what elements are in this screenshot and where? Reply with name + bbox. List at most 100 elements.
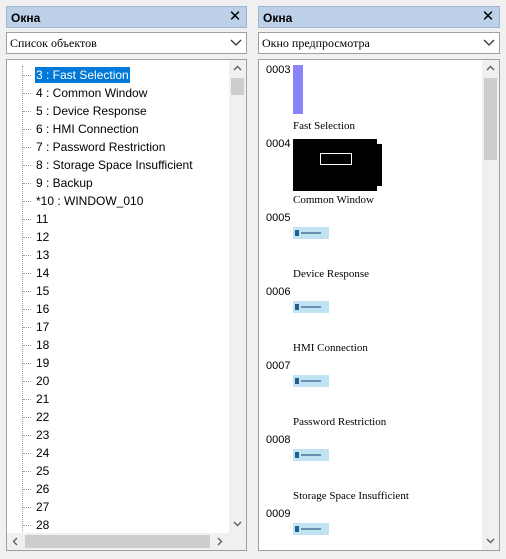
resize-handle [377, 139, 382, 144]
tree-item[interactable]: 6 : HMI Connection [7, 120, 227, 138]
tree-item[interactable]: 8 : Storage Space Insufficient [7, 156, 227, 174]
preview-view-select[interactable]: Окно предпросмотра [258, 32, 500, 54]
preview-thumbnail-common-window[interactable] [293, 139, 382, 191]
tree-item[interactable]: 20 [7, 372, 227, 390]
objects-tree: 3 : Fast Selection 4 : Common Window 5 : D… [6, 59, 247, 551]
thumbnail-icon [295, 230, 299, 236]
objects-view-select[interactable]: Список объектов [6, 32, 247, 54]
preview-vertical-scrollbar[interactable] [482, 60, 499, 550]
tree-item-label: 22 [36, 410, 50, 424]
tree-item-label: 16 [36, 302, 50, 316]
tree-branch-line [23, 417, 31, 418]
tree-item-label: 6 : HMI Connection [36, 122, 139, 136]
tree-item-label: 8 : Storage Space Insufficient [36, 158, 193, 172]
tree-branch-line [23, 165, 31, 166]
preview-window-number: 0006 [266, 286, 291, 298]
scroll-down-arrow-icon[interactable] [229, 516, 246, 533]
tree-branch-line [23, 273, 31, 274]
preview-window-name: Common Window [293, 194, 374, 206]
tree-item-label: 23 [36, 428, 50, 442]
tree-item-label: 17 [36, 320, 50, 334]
thumbnail-graphic [293, 227, 329, 239]
tree-item[interactable]: 26 [7, 480, 227, 498]
tree-item-label: 27 [36, 500, 50, 514]
tree-item-label: 5 : Device Response [36, 104, 147, 118]
tree-item[interactable]: 5 : Device Response [7, 102, 227, 120]
scroll-right-arrow-icon[interactable] [212, 533, 229, 550]
tree-branch-line [23, 435, 31, 436]
tree-item-label: 15 [36, 284, 50, 298]
tree-item[interactable]: 12 [7, 228, 227, 246]
objects-vertical-scrollbar[interactable] [229, 60, 246, 533]
tree-item[interactable]: 14 [7, 264, 227, 282]
tree-branch-line [23, 291, 31, 292]
close-icon[interactable]: ✕ [227, 8, 243, 26]
thumbnail-icon [295, 526, 299, 532]
close-icon[interactable]: ✕ [480, 8, 496, 26]
tree-item-label: 19 [36, 356, 50, 370]
tree-item[interactable]: 28 [7, 516, 227, 534]
preview-thumbnail[interactable] [293, 301, 329, 313]
scroll-thumb[interactable] [484, 78, 497, 160]
scroll-left-arrow-icon[interactable] [7, 533, 24, 550]
tree-item[interactable]: 24 [7, 444, 227, 462]
tree-item[interactable]: 11 [7, 210, 227, 228]
tree-branch-line [23, 363, 31, 364]
tree-item[interactable]: 9 : Backup [7, 174, 227, 192]
preview-thumbnail[interactable] [293, 375, 329, 387]
preview-thumbnail[interactable] [293, 227, 329, 239]
scroll-thumb[interactable] [231, 78, 244, 95]
tree-item[interactable]: 22 [7, 408, 227, 426]
preview-thumbnail[interactable] [293, 523, 329, 535]
preview-window-number: 0008 [266, 434, 291, 446]
preview-panel: Окна ✕ Окно предпросмотра 0003 Fast Selec… [258, 6, 500, 551]
tree-item-label: 3 : Fast Selection [35, 67, 130, 83]
tree-branch-line [23, 327, 31, 328]
tree-item[interactable]: 27 [7, 498, 227, 516]
tree-branch-line [23, 525, 31, 526]
tree-item[interactable]: 23 [7, 426, 227, 444]
tree-item[interactable]: 16 [7, 300, 227, 318]
preview-window-number: 0003 [266, 64, 291, 76]
tree-item-label: 26 [36, 482, 50, 496]
tree-branch-line [23, 471, 31, 472]
tree-item[interactable]: 17 [7, 318, 227, 336]
tree-item[interactable]: *10 : WINDOW_010 [7, 192, 227, 210]
tree-branch-line [23, 507, 31, 508]
preview-thumbnail[interactable] [293, 449, 329, 461]
tree-item[interactable]: 13 [7, 246, 227, 264]
scroll-up-arrow-icon[interactable] [229, 60, 246, 77]
tree-item[interactable]: 25 [7, 462, 227, 480]
scroll-up-arrow-icon[interactable] [482, 60, 499, 77]
tree-item[interactable]: 21 [7, 390, 227, 408]
tree-branch-line [23, 75, 31, 76]
tree-item[interactable]: 7 : Password Restriction [7, 138, 227, 156]
thumbnail-text-line [301, 306, 321, 308]
tree-branch-line [23, 381, 31, 382]
tree-item[interactable]: 19 [7, 354, 227, 372]
tree-branch-line [23, 255, 31, 256]
chevron-down-icon [230, 39, 242, 46]
thumbnail-graphic [293, 449, 329, 461]
preview-window-name: Storage Space Insufficient [293, 490, 409, 502]
tree-item[interactable]: 15 [7, 282, 227, 300]
objects-panel-titlebar: Окна ✕ [6, 6, 247, 28]
thumbnail-text-line [301, 232, 321, 234]
preview-thumbnail-frame [320, 153, 352, 165]
preview-window-name: Password Restriction [293, 416, 387, 428]
tree-item-label: 13 [36, 248, 50, 262]
preview-window-name: Device Response [293, 268, 370, 280]
tree-item[interactable]: 4 : Common Window [7, 84, 227, 102]
objects-panel-title: Окна [11, 11, 41, 25]
tree-item[interactable]: 3 : Fast Selection [7, 66, 227, 84]
preview-thumbnail-fast-selection[interactable] [293, 65, 303, 114]
horizontal-scroll-thumb[interactable] [25, 535, 210, 548]
thumbnail-icon [295, 304, 299, 310]
tree-branch-line [23, 93, 31, 94]
scroll-down-arrow-icon[interactable] [482, 533, 499, 550]
objects-horizontal-scrollbar[interactable] [7, 533, 229, 550]
tree-branch-line [23, 309, 31, 310]
thumbnail-text-line [301, 528, 321, 530]
tree-branch-line [23, 147, 31, 148]
tree-item[interactable]: 18 [7, 336, 227, 354]
